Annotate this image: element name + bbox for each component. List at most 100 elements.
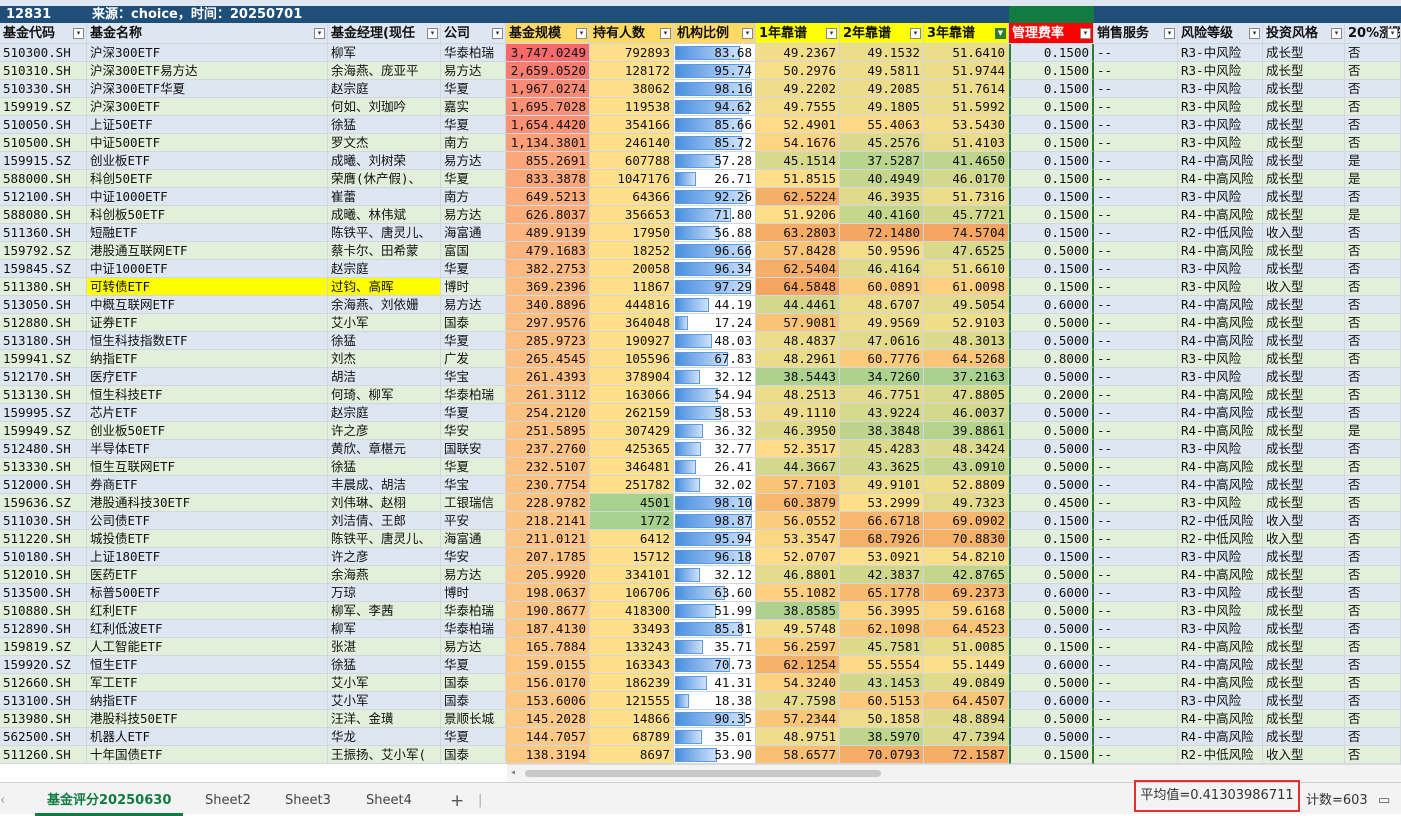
cell-holders[interactable]: 354166 [590, 116, 674, 134]
cell-style[interactable]: 成长型 [1263, 674, 1345, 692]
cell-sale[interactable]: -- [1094, 98, 1178, 116]
cell-y2[interactable]: 43.1453 [840, 674, 924, 692]
cell-name[interactable]: 券商ETF [87, 476, 328, 494]
cell-holders[interactable]: 8697 [590, 746, 674, 764]
cell-up20[interactable]: 否 [1345, 548, 1401, 566]
cell-style[interactable]: 成长型 [1263, 62, 1345, 80]
cell-scale[interactable]: 205.9920 [506, 566, 590, 584]
cell-inst[interactable]: 58.53 [674, 404, 756, 422]
cell-name[interactable]: 纳指ETF [87, 350, 328, 368]
cell-scale[interactable]: 138.3194 [506, 746, 590, 764]
cell-inst[interactable]: 32.12 [674, 368, 756, 386]
cell-risk[interactable]: R3-中风险 [1178, 260, 1263, 278]
cell-code[interactable]: 510500.SH [0, 134, 87, 152]
cell-up20[interactable]: 否 [1345, 530, 1401, 548]
cell-y2[interactable]: 38.5970 [840, 728, 924, 746]
cell-scale[interactable]: 1,695.7028 [506, 98, 590, 116]
table-row[interactable]: 510300.SH 沪深300ETF 柳军 华泰柏瑞 3,747.0249 792893 8… [0, 44, 1401, 62]
cell-fee[interactable]: 0.5000 [1009, 710, 1094, 728]
cell-fee[interactable]: 0.5000 [1009, 620, 1094, 638]
cell-name[interactable]: 沪深300ETF [87, 44, 328, 62]
tab-sheet-2[interactable]: Sheet2 [205, 789, 251, 813]
cell-code[interactable]: 511030.SH [0, 512, 87, 530]
scrollbar-thumb[interactable] [525, 770, 881, 777]
cell-up20[interactable]: 否 [1345, 494, 1401, 512]
cell-holders[interactable]: 334101 [590, 566, 674, 584]
cell-code[interactable]: 510180.SH [0, 548, 87, 566]
cell-up20[interactable]: 否 [1345, 386, 1401, 404]
cell-scale[interactable]: 251.5895 [506, 422, 590, 440]
cell-company[interactable]: 易方达 [441, 638, 506, 656]
cell-scale[interactable]: 261.4393 [506, 368, 590, 386]
cell-code[interactable]: 512890.SH [0, 620, 87, 638]
cell-code[interactable]: 159636.SZ [0, 494, 87, 512]
cell-code[interactable]: 510050.SH [0, 116, 87, 134]
cell-y1[interactable]: 48.2513 [756, 386, 840, 404]
cell-style[interactable]: 成长型 [1263, 404, 1345, 422]
cell-y3[interactable]: 49.7323 [924, 494, 1009, 512]
cell-inst[interactable]: 32.12 [674, 566, 756, 584]
cell-fee[interactable]: 0.5000 [1009, 602, 1094, 620]
cell-manager[interactable]: 徐猛 [328, 332, 441, 350]
cell-scale[interactable]: 285.9723 [506, 332, 590, 350]
filter-dropdown-icon[interactable]: ▾ [427, 28, 438, 39]
table-row[interactable]: 159920.SZ 恒生ETF 徐猛 华夏 159.0155 163343 70.73 62.… [0, 656, 1401, 674]
cell-y1[interactable]: 57.8428 [756, 242, 840, 260]
cell-manager[interactable]: 柳军、李茜 [328, 602, 441, 620]
cell-y2[interactable]: 50.9596 [840, 242, 924, 260]
cell-y2[interactable]: 70.0793 [840, 746, 924, 764]
cell-up20[interactable]: 否 [1345, 476, 1401, 494]
cell-company[interactable]: 南方 [441, 134, 506, 152]
cell-y2[interactable]: 43.9224 [840, 404, 924, 422]
cell-sale[interactable]: -- [1094, 728, 1178, 746]
cell-up20[interactable]: 否 [1345, 710, 1401, 728]
cell-holders[interactable]: 246140 [590, 134, 674, 152]
cell-code[interactable]: 512000.SH [0, 476, 87, 494]
cell-risk[interactable]: R4-中高风险 [1178, 476, 1263, 494]
table-row[interactable]: 512000.SH 券商ETF 丰晨成、胡洁 华宝 230.7754 251782 32.0… [0, 476, 1401, 494]
cell-y2[interactable]: 65.1778 [840, 584, 924, 602]
cell-company[interactable]: 景顺长城 [441, 710, 506, 728]
cell-y2[interactable]: 49.9569 [840, 314, 924, 332]
cell-risk[interactable]: R3-中风险 [1178, 278, 1263, 296]
cell-company[interactable]: 华安 [441, 548, 506, 566]
cell-code[interactable]: 513180.SH [0, 332, 87, 350]
cell-y1[interactable]: 52.4901 [756, 116, 840, 134]
cell-company[interactable]: 华泰柏瑞 [441, 44, 506, 62]
cell-inst[interactable]: 67.83 [674, 350, 756, 368]
cell-name[interactable]: 创业板50ETF [87, 422, 328, 440]
cell-up20[interactable]: 否 [1345, 98, 1401, 116]
cell-manager[interactable]: 王振扬、艾小军( [328, 746, 441, 764]
cell-manager[interactable]: 徐猛 [328, 116, 441, 134]
cell-manager[interactable]: 柳军 [328, 620, 441, 638]
cell-y2[interactable]: 37.5287 [840, 152, 924, 170]
cell-fee[interactable]: 0.6000 [1009, 656, 1094, 674]
table-row[interactable]: 513330.SH 恒生互联网ETF 徐猛 华夏 232.5107 346481 26.41… [0, 458, 1401, 476]
cell-name[interactable]: 港股通科技30ETF [87, 494, 328, 512]
cell-sale[interactable]: -- [1094, 332, 1178, 350]
table-row[interactable]: 513980.SH 港股科技50ETF 汪洋、金璜 景顺长城 145.2028 14866… [0, 710, 1401, 728]
cell-code[interactable]: 159792.SZ [0, 242, 87, 260]
cell-style[interactable]: 成长型 [1263, 350, 1345, 368]
cell-inst[interactable]: 85.66 [674, 116, 756, 134]
cell-risk[interactable]: R3-中风险 [1178, 134, 1263, 152]
cell-scale[interactable]: 187.4130 [506, 620, 590, 638]
cell-name[interactable]: 恒生科技ETF [87, 386, 328, 404]
cell-up20[interactable]: 否 [1345, 260, 1401, 278]
cell-company[interactable]: 华宝 [441, 476, 506, 494]
cell-style[interactable]: 成长型 [1263, 584, 1345, 602]
cell-company[interactable]: 华夏 [441, 458, 506, 476]
cell-manager[interactable]: 罗文杰 [328, 134, 441, 152]
cell-y3[interactable]: 59.6168 [924, 602, 1009, 620]
cell-y3[interactable]: 51.7316 [924, 188, 1009, 206]
cell-manager[interactable]: 刘伟琳、赵栩 [328, 494, 441, 512]
cell-style[interactable]: 成长型 [1263, 458, 1345, 476]
cell-fee[interactable]: 0.1500 [1009, 170, 1094, 188]
cell-sale[interactable]: -- [1094, 566, 1178, 584]
cell-scale[interactable]: 145.2028 [506, 710, 590, 728]
cell-y2[interactable]: 66.6718 [840, 512, 924, 530]
cell-y2[interactable]: 46.7751 [840, 386, 924, 404]
cell-inst[interactable]: 26.41 [674, 458, 756, 476]
cell-scale[interactable]: 261.3112 [506, 386, 590, 404]
cell-name[interactable]: 红利ETF [87, 602, 328, 620]
